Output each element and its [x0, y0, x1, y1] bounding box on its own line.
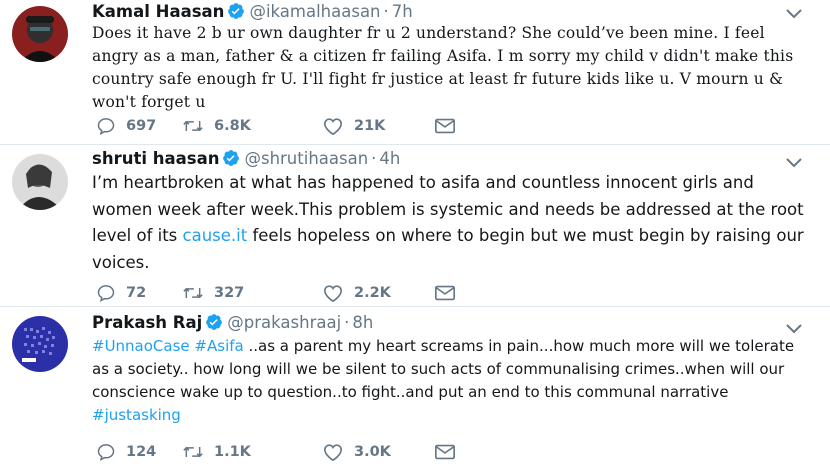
timestamp[interactable]: 8h — [352, 313, 373, 332]
display-name[interactable]: shruti haasan — [92, 149, 219, 168]
like-count: 21K — [354, 118, 386, 134]
hashtag-link[interactable]: #Asifa — [194, 337, 243, 355]
reply-button[interactable]: 124 — [96, 440, 156, 464]
retweet-button[interactable]: 1.1K — [182, 440, 251, 464]
display-name[interactable]: Kamal Haasan — [92, 2, 224, 21]
reply-button[interactable]: 72 — [96, 281, 146, 305]
retweet-count: 6.8K — [214, 118, 251, 134]
retweet-icon — [182, 283, 204, 303]
like-count: 3.0K — [354, 444, 391, 460]
handle[interactable]: @shrutihaasan — [244, 149, 368, 168]
reply-icon — [96, 442, 116, 462]
hashtag-link[interactable]: #justasking — [92, 406, 181, 424]
avatar-prakash-image — [12, 316, 68, 372]
tweet-text: #UnnaoCase #Asifa ..as a parent my heart… — [92, 337, 795, 424]
like-count: 2.2K — [354, 285, 391, 301]
reply-count: 697 — [126, 118, 157, 134]
retweet-count: 327 — [214, 285, 245, 301]
reply-icon — [96, 283, 116, 303]
like-button[interactable]: 21K — [322, 114, 385, 138]
display-name[interactable]: Prakash Raj — [92, 313, 202, 332]
avatar[interactable] — [12, 6, 68, 62]
hashtag-link[interactable]: #UnnaoCase — [92, 337, 190, 355]
tweet-actions: 697 6.8K 21K — [92, 114, 492, 138]
like-button[interactable]: 2.2K — [322, 281, 391, 305]
timestamp[interactable]: 7h — [392, 2, 413, 21]
tweet-actions: 124 1.1K 3.0K — [92, 440, 492, 464]
avatar[interactable] — [12, 316, 68, 372]
heart-icon — [322, 283, 344, 303]
handle[interactable]: @prakashraaj — [227, 313, 341, 332]
tweet[interactable]: Prakash Raj @prakashraaj · 8h #UnnaoCase #A… — [0, 307, 830, 470]
retweet-button[interactable]: 327 — [182, 281, 244, 305]
retweet-icon — [182, 442, 204, 462]
avatar-kamal-image — [12, 6, 68, 62]
retweet-icon — [182, 116, 204, 136]
retweet-button[interactable]: 6.8K — [182, 114, 251, 138]
tweet[interactable]: Kamal Haasan @ikamalhaasan · 7h Does it hav… — [0, 0, 830, 145]
tweet-actions: 72 327 2.2K — [92, 281, 492, 305]
envelope-icon — [434, 443, 456, 461]
tweet-text: Does it have 2 b ur own daughter fr u 2 … — [92, 24, 794, 111]
heart-icon — [322, 116, 344, 136]
direct-message-button[interactable] — [434, 440, 456, 464]
timestamp[interactable]: 4h — [379, 149, 400, 168]
reply-icon — [96, 116, 116, 136]
like-button[interactable]: 3.0K — [322, 440, 391, 464]
chevron-down-icon[interactable] — [786, 4, 802, 23]
retweet-count: 1.1K — [214, 444, 251, 460]
tweet-feed: Kamal Haasan @ikamalhaasan · 7h Does it hav… — [0, 0, 830, 470]
reply-count: 72 — [126, 285, 147, 301]
tweet-link[interactable]: cause.it — [183, 226, 248, 245]
tweet-text: I’m heartbroken at what has happened to … — [92, 173, 804, 272]
direct-message-button[interactable] — [434, 281, 456, 305]
reply-button[interactable]: 697 — [96, 114, 156, 138]
handle[interactable]: @ikamalhaasan — [249, 2, 380, 21]
direct-message-button[interactable] — [434, 114, 456, 138]
heart-icon — [322, 442, 344, 462]
avatar-shruti-image — [12, 154, 68, 210]
envelope-icon — [434, 117, 456, 135]
reply-count: 124 — [126, 444, 157, 460]
tweet[interactable]: shruti haasan @shrutihaasan · 4h I’m heartb… — [0, 145, 830, 307]
avatar[interactable] — [12, 154, 68, 210]
envelope-icon — [434, 284, 456, 302]
tweet-header: Prakash Raj @prakashraaj · 8h — [92, 311, 373, 338]
